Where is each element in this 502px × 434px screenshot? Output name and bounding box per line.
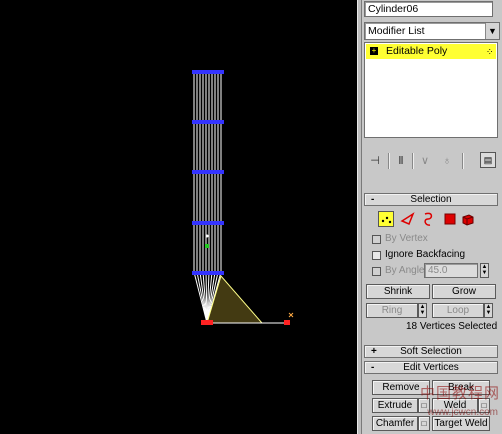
modifier-list-dropdown[interactable]: Modifier List ▼ — [364, 22, 500, 40]
ring-spinner[interactable]: ▲ ▼ — [418, 303, 427, 318]
angle-spinner[interactable]: ▲ ▼ — [480, 263, 489, 278]
polygon-icon[interactable] — [442, 211, 458, 227]
show-end-result-icon[interactable]: Ⅱ — [394, 154, 408, 168]
by-vertex-checkbox[interactable] — [372, 235, 381, 244]
target-weld-button[interactable]: Target Weld — [432, 416, 490, 431]
chamfer-button[interactable]: Chamfer — [372, 416, 418, 431]
chamfer-settings-icon[interactable]: □ — [418, 416, 430, 431]
extrude-button[interactable]: Extrude — [372, 398, 418, 413]
pin-stack-icon[interactable]: ⊣ — [368, 154, 382, 168]
selection-rollout-header[interactable]: - Selection — [364, 193, 498, 206]
selection-status: 18 Vertices Selected — [406, 321, 498, 332]
configure-modifier-sets-icon[interactable]: ▤ — [480, 152, 496, 168]
viewport[interactable] — [0, 0, 357, 434]
edge-icon[interactable] — [400, 211, 416, 227]
rollout-title: Selection — [410, 194, 452, 205]
rollout-title: Edit Vertices — [403, 362, 459, 373]
expand-icon[interactable]: + — [370, 47, 378, 55]
max-screen: Cylinder06 Modifier List ▼ + Editable Po… — [0, 0, 502, 434]
loop-button[interactable]: Loop — [432, 303, 484, 318]
loop-spinner[interactable]: ▲ ▼ — [484, 303, 493, 318]
watermark-logo: 中国教程网 — [419, 384, 500, 402]
rollout-title: Soft Selection — [400, 346, 462, 357]
vertex-icon[interactable] — [378, 211, 394, 227]
watermark-url: www.jcwcn.com — [427, 407, 498, 418]
remove-modifier-icon[interactable]: ♁ — [440, 154, 454, 168]
by-angle-label: By Angle: — [385, 265, 428, 276]
stack-item-label: Editable Poly — [386, 45, 448, 57]
border-icon[interactable] — [420, 211, 436, 227]
modifier-list-label: Modifier List — [368, 25, 425, 37]
separator — [412, 153, 414, 169]
stack-toolbar: ⊣ Ⅱ ∨ ♁ ▤ — [364, 150, 498, 174]
angle-value-field[interactable]: 45.0 — [424, 263, 478, 278]
edit-vertices-rollout-header[interactable]: - Edit Vertices — [364, 361, 498, 374]
subobject-dots-icon: ·:· — [486, 46, 493, 56]
ignore-backfacing-checkbox[interactable] — [372, 251, 381, 260]
soft-selection-rollout-header[interactable]: + Soft Selection — [364, 345, 498, 358]
by-vertex-label: By Vertex — [385, 233, 428, 244]
element-icon[interactable] — [460, 211, 476, 227]
object-name-field[interactable]: Cylinder06 — [364, 1, 493, 17]
grow-button[interactable]: Grow — [432, 284, 496, 299]
ignore-backfacing-label: Ignore Backfacing — [385, 249, 466, 260]
stack-item-editable-poly[interactable]: + Editable Poly ·:· — [366, 44, 496, 59]
command-panel: Cylinder06 Modifier List ▼ + Editable Po… — [362, 0, 502, 434]
modifier-stack: + Editable Poly ·:· — [364, 42, 498, 138]
by-angle-checkbox[interactable] — [372, 267, 381, 276]
separator — [462, 153, 464, 169]
make-unique-icon[interactable]: ∨ — [418, 154, 432, 168]
chevron-down-icon[interactable]: ▼ — [485, 23, 499, 39]
ring-button[interactable]: Ring — [366, 303, 418, 318]
cylinder-wireframe — [192, 70, 294, 325]
separator — [388, 153, 390, 169]
shrink-button[interactable]: Shrink — [366, 284, 430, 299]
